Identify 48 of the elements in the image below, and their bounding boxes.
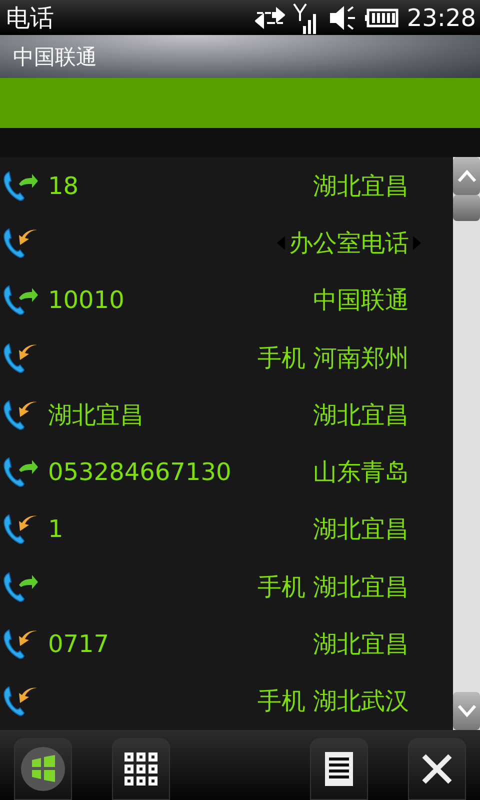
call-label: 湖北宜昌: [313, 514, 409, 546]
grid-icon: [124, 752, 158, 786]
call-log-item[interactable]: 0717 湖北宜昌: [0, 615, 453, 673]
call-label: 手机 湖北武汉: [257, 686, 409, 718]
call-log-item[interactable]: 1 湖北宜昌: [0, 500, 453, 558]
outgoing-call-icon: [3, 570, 39, 603]
call-label: 中国联通: [313, 285, 409, 316]
call-log-item[interactable]: 手机 河南郑州: [0, 328, 453, 386]
phone-number: 053284667130: [48, 458, 232, 486]
call-log-item[interactable]: 10010 中国联通: [0, 272, 453, 329]
call-label: 湖北宜昌: [313, 400, 409, 431]
label-spinner[interactable]: 办公室电话: [273, 226, 425, 259]
phone-number: 10010: [48, 286, 124, 314]
phone-number: 湖北宜昌: [48, 400, 144, 431]
muted-speaker-icon: [328, 4, 357, 30]
apps-button[interactable]: [112, 738, 170, 800]
menu-icon: [325, 752, 353, 786]
scrollbar[interactable]: [453, 157, 480, 730]
scroll-thumb[interactable]: [453, 195, 480, 221]
call-log-item[interactable]: 053284667130 山东青岛: [0, 443, 453, 501]
scroll-down-button[interactable]: [453, 692, 480, 730]
start-button[interactable]: [14, 738, 72, 800]
app-title: 电话: [6, 2, 54, 34]
battery-icon: [364, 8, 399, 28]
menu-button[interactable]: [310, 738, 368, 800]
clock-time: 23:28: [406, 4, 476, 32]
data-transfer-icon: [254, 6, 285, 30]
call-log-item[interactable]: 湖北宜昌 湖北宜昌: [0, 386, 453, 444]
start-icon: [20, 746, 66, 792]
phone-number: 1: [48, 515, 64, 544]
call-log-item[interactable]: 18 湖北宜昌: [0, 157, 453, 214]
phone-number: 18: [48, 172, 79, 200]
call-label: 手机 湖北宜昌: [257, 572, 409, 603]
call-label: 山东青岛: [313, 457, 409, 488]
close-icon: [421, 753, 453, 785]
close-button[interactable]: [408, 738, 466, 800]
call-log-item[interactable]: 办公室电话: [0, 214, 453, 272]
phone-number: 0717: [48, 630, 110, 658]
call-label: 湖北宜昌: [313, 629, 409, 660]
outgoing-call-icon: [3, 170, 39, 202]
outgoing-call-icon: [3, 456, 39, 488]
scroll-up-button[interactable]: [453, 157, 480, 195]
call-log-item[interactable]: 手机 湖北武汉: [0, 672, 453, 730]
call-log-item[interactable]: 手机 湖北宜昌: [0, 558, 453, 616]
call-label: 手机 河南郑州: [257, 342, 409, 374]
call-label: 湖北宜昌: [313, 170, 409, 202]
carrier-name: 中国联通: [13, 44, 97, 70]
outgoing-call-icon: [3, 284, 39, 316]
